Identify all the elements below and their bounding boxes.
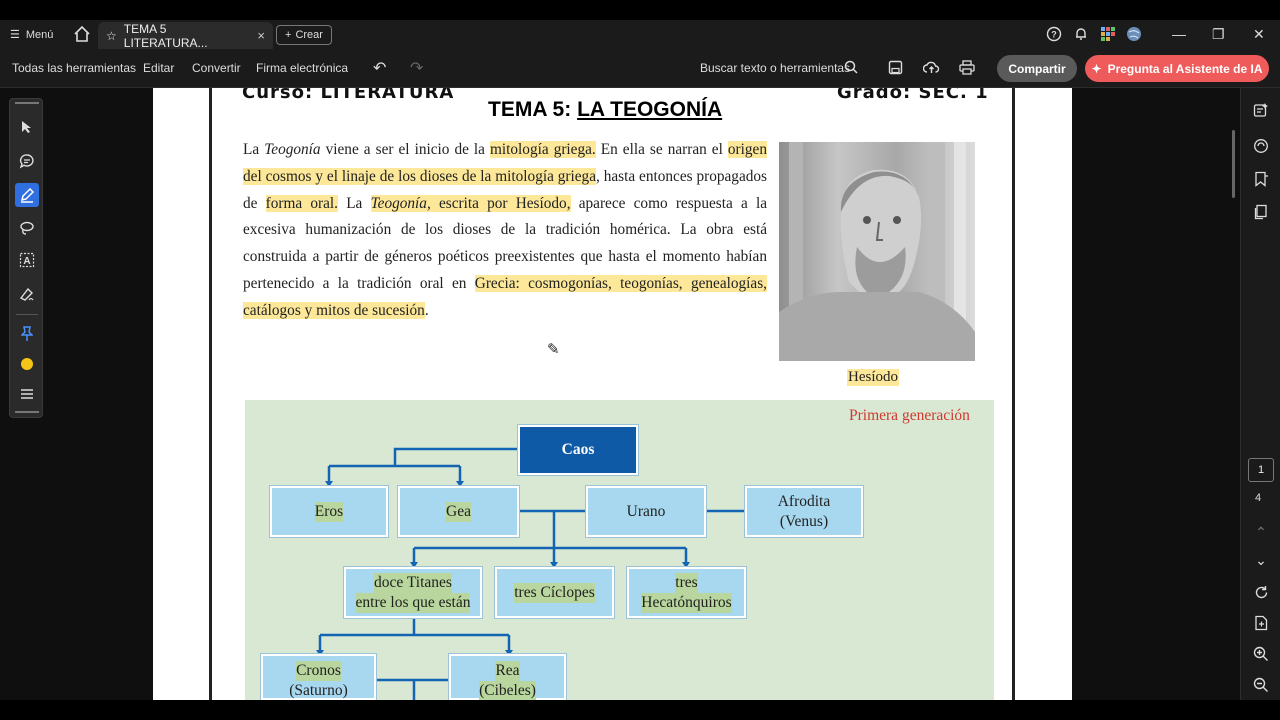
select-cursor-icon[interactable] — [17, 117, 37, 137]
node-hecatonquiros: tres Hecatónquiros — [626, 566, 747, 619]
comment-icon[interactable] — [17, 151, 37, 171]
ai-panel-icon[interactable] — [1251, 100, 1271, 120]
lasso-draw-icon[interactable] — [17, 218, 37, 238]
bookmark-panel-icon[interactable] — [1251, 169, 1271, 189]
node-sublabel: (Saturno) — [289, 682, 348, 699]
page-down-icon[interactable]: ⌄ — [1251, 550, 1271, 570]
node-afrodita: Afrodita (Venus) — [744, 485, 864, 538]
color-dot-icon[interactable] — [17, 354, 37, 374]
node-label: doce Titanes — [374, 572, 452, 593]
panel-grip[interactable] — [15, 102, 39, 104]
zoom-in-icon[interactable] — [1251, 644, 1271, 664]
total-pages: 4 — [1255, 492, 1262, 504]
node-label: Rea — [495, 661, 520, 681]
vertical-scrollbar[interactable] — [1232, 130, 1235, 198]
node-caos: Caos — [517, 424, 639, 476]
panel-grip-bottom[interactable] — [15, 411, 39, 413]
bottom-edge — [0, 700, 1280, 720]
node-eros: Eros — [269, 485, 389, 538]
rotate-icon[interactable] — [1251, 582, 1271, 602]
pages-panel-icon[interactable] — [1251, 202, 1271, 222]
node-label: tres Cíclopes — [514, 582, 595, 603]
node-urano: Urano — [585, 485, 707, 538]
node-sublabel: (Venus) — [779, 512, 829, 530]
comments-panel-icon[interactable] — [1251, 136, 1271, 156]
pin-icon[interactable] — [17, 324, 37, 344]
node-label: tres — [675, 572, 698, 593]
tools-divider — [16, 314, 38, 315]
node-gea: Gea — [397, 485, 520, 538]
zoom-out-icon[interactable] — [1251, 675, 1271, 695]
node-rea: Rea (Cibeles) — [448, 653, 567, 701]
fill-sign-icon[interactable] — [17, 284, 37, 304]
highlighter-pen-icon[interactable] — [15, 183, 39, 207]
more-options-icon[interactable] — [17, 384, 37, 404]
right-rail: 1 4 ⌃ ⌄ — [1240, 88, 1280, 700]
page-fit-icon[interactable] — [1251, 613, 1271, 633]
node-ciclopes: tres Cíclopes — [494, 566, 615, 619]
node-titanes: doce Titanes entre los que están — [343, 566, 483, 619]
node-sublabel: Hecatónquiros — [641, 592, 732, 613]
current-page-input[interactable]: 1 — [1248, 458, 1274, 482]
node-label: Gea — [446, 501, 471, 522]
node-label: Afrodita — [777, 492, 831, 510]
page-up-icon[interactable]: ⌃ — [1251, 522, 1271, 542]
svg-text:A: A — [23, 256, 30, 267]
left-tools-panel: A — [9, 98, 43, 418]
node-cronos: Cronos (Saturno) — [260, 653, 377, 701]
text-box-icon[interactable]: A — [17, 250, 37, 270]
node-sublabel: entre los que están — [355, 592, 471, 613]
node-label: Cronos — [296, 661, 341, 681]
node-label: Eros — [314, 501, 344, 522]
node-sublabel: (Cibeles) — [479, 681, 536, 701]
node-label: Urano — [626, 502, 666, 520]
